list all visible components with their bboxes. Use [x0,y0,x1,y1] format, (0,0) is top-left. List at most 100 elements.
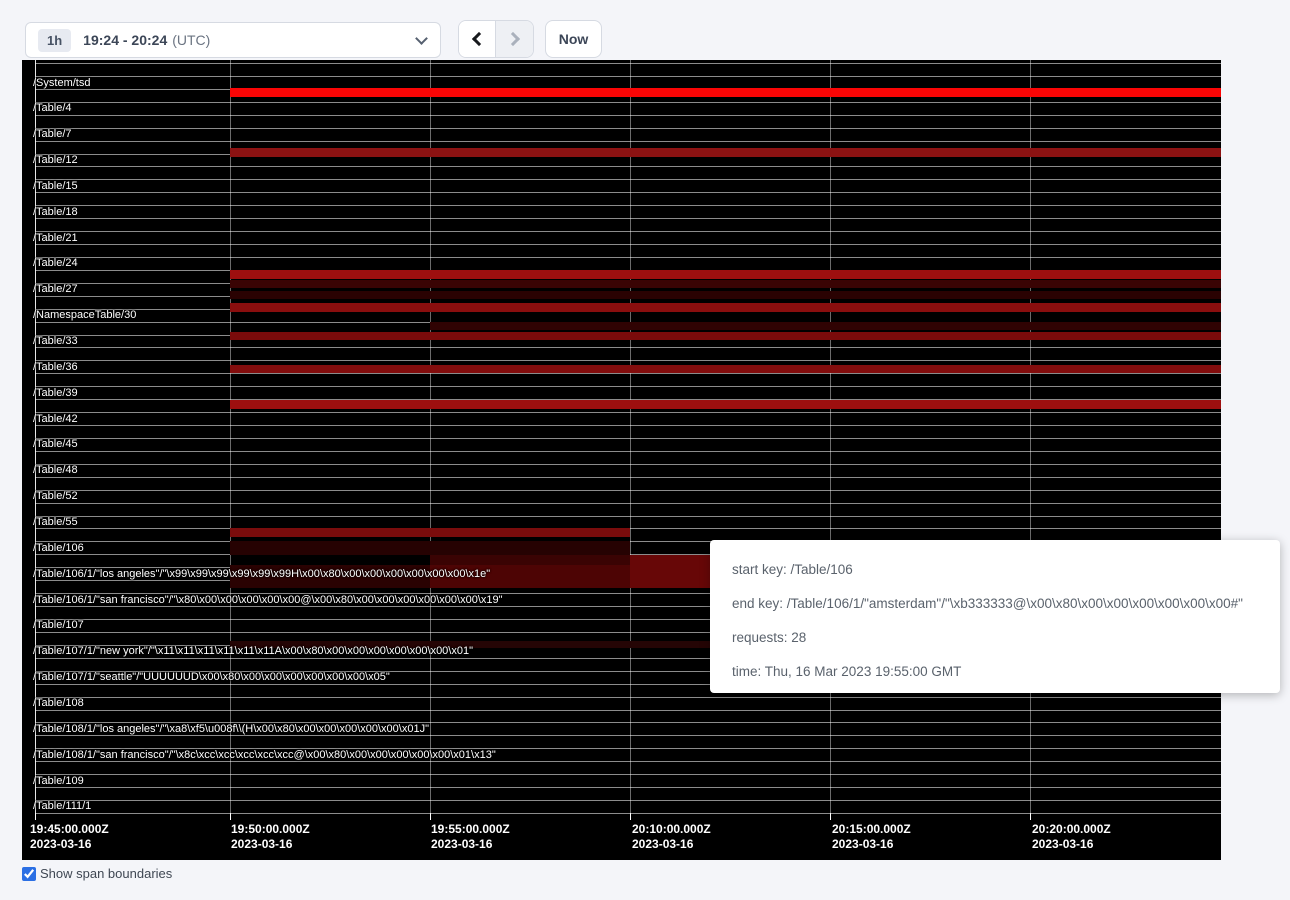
heatmap-band[interactable] [430,322,1221,330]
row-label: /Table/36 [33,361,78,374]
key-visualizer-canvas[interactable]: /System/tsd/Table/4/Table/7/Table/12/Tab… [22,60,1221,860]
heatmap-band[interactable] [430,555,630,565]
duration-badge: 1h [38,29,71,52]
tick-date: 2023-03-16 [1032,837,1111,852]
time-range-selector[interactable]: 1h 19:24 - 20:24 (UTC) [25,22,441,58]
show-span-boundaries-checkbox[interactable] [22,867,36,881]
span-boundary-line [35,115,1221,116]
footer: Show span boundaries [22,866,172,881]
span-boundary-line [35,710,1221,711]
span-boundary-line [35,347,1221,348]
tick-date: 2023-03-16 [431,837,510,852]
x-axis-tick-label: 19:55:00.000Z2023-03-16 [431,822,510,852]
span-boundary-line [35,218,1221,219]
span-boundary-line [35,128,1221,129]
row-label: /Table/55 [33,516,78,529]
x-axis-tick-label: 19:45:00.000Z2023-03-16 [30,822,109,852]
time-gridline [830,60,831,818]
timezone-label: (UTC) [172,32,210,48]
row-label: /Table/107/1/"seattle"/"UUUUUUD\x00\x80\… [33,671,390,684]
row-label: /NamespaceTable/30 [33,309,136,322]
heatmap-band[interactable] [230,148,1221,157]
tick-date: 2023-03-16 [632,837,711,852]
next-time-button[interactable] [496,21,533,57]
span-boundary-line [35,166,1221,167]
tooltip-requests: requests: 28 [732,621,1280,655]
span-boundary-line [35,813,1221,814]
heatmap-band[interactable] [230,270,1221,279]
row-label: /Table/21 [33,232,78,245]
span-boundary-line [35,205,1221,206]
x-axis-tick-label: 20:20:00.000Z2023-03-16 [1032,822,1111,852]
tick-time: 20:15:00.000Z [832,822,911,837]
x-axis-tickmark [630,813,631,820]
span-boundary-line [35,192,1221,193]
row-label: /Table/18 [33,206,78,219]
span-boundary-line [35,464,1221,465]
prev-time-button[interactable] [459,21,496,57]
row-label: /Table/109 [33,775,84,788]
heatmap-band[interactable] [230,291,1221,299]
heatmap-band[interactable] [230,88,1221,97]
span-boundary-line [35,451,1221,452]
row-label: /Table/106/1/"los angeles"/"\x99\x99\x99… [33,568,490,581]
time-gridline [630,60,631,818]
row-label: /Table/108/1/"los angeles"/"\xa8\xf5\u00… [33,723,429,736]
span-boundary-line [35,516,1221,517]
tooltip-time: time: Thu, 16 Mar 2023 19:55:00 GMT [732,655,1280,689]
time-gridline [430,60,431,818]
tooltip-end-key: end key: /Table/106/1/"amsterdam"/"\xb33… [732,587,1280,621]
time-gridline [1030,60,1031,818]
span-boundary-line [35,800,1221,801]
span-boundary-line [35,373,1221,374]
span-boundary-line [35,231,1221,232]
span-boundary-line [35,386,1221,387]
tick-time: 19:45:00.000Z [30,822,109,837]
tick-date: 2023-03-16 [832,837,911,852]
x-axis-tick-label: 20:15:00.000Z2023-03-16 [832,822,911,852]
tick-time: 20:20:00.000Z [1032,822,1111,837]
x-axis-tick-label: 19:50:00.000Z2023-03-16 [231,822,310,852]
heatmap-band[interactable] [230,528,630,537]
row-label: /Table/52 [33,490,78,503]
heatmap-band[interactable] [230,303,1221,312]
tooltip: start key: /Table/106 end key: /Table/10… [710,540,1280,693]
row-label: /Table/48 [33,464,78,477]
tick-date: 2023-03-16 [30,837,109,852]
span-boundary-line [35,425,1221,426]
span-boundary-line [35,697,1221,698]
row-label: /Table/107/1/"new york"/"\x11\x11\x11\x1… [33,645,473,658]
row-label: /Table/111/1 [33,800,91,813]
row-label: /Table/106/1/"san francisco"/"\x80\x00\x… [33,594,503,607]
show-span-boundaries-label: Show span boundaries [40,866,172,881]
heatmap-band[interactable] [230,332,1221,340]
row-label: /Table/7 [33,128,72,141]
row-label: /Table/12 [33,154,78,167]
row-label: /Table/108 [33,697,84,710]
row-label: /Table/45 [33,438,78,451]
row-label: /Table/107 [33,619,84,632]
heatmap-band[interactable] [230,400,1221,409]
x-axis-tickmark [1030,813,1031,820]
span-boundary-line [35,63,1221,64]
row-label: /Table/24 [33,257,78,270]
tick-time: 19:55:00.000Z [431,822,510,837]
row-label: /Table/27 [33,283,78,296]
heatmap-band[interactable] [230,365,1221,373]
row-label: /Table/42 [33,413,78,426]
heatmap-band[interactable] [230,280,1221,288]
span-boundary-line [35,787,1221,788]
row-label: /Table/4 [33,102,72,115]
x-axis-tickmark [230,813,231,820]
tooltip-start-key: start key: /Table/106 [732,553,1280,587]
tick-time: 19:50:00.000Z [231,822,310,837]
tick-date: 2023-03-16 [231,837,310,852]
row-label: /Table/15 [33,180,78,193]
x-axis-tickmark [35,813,36,820]
chevron-down-icon [415,32,428,45]
time-nav-group [458,20,534,58]
heatmap-band[interactable] [230,541,630,555]
row-label: /Table/39 [33,387,78,400]
now-button[interactable]: Now [545,20,602,58]
row-label: /System/tsd [33,77,90,90]
